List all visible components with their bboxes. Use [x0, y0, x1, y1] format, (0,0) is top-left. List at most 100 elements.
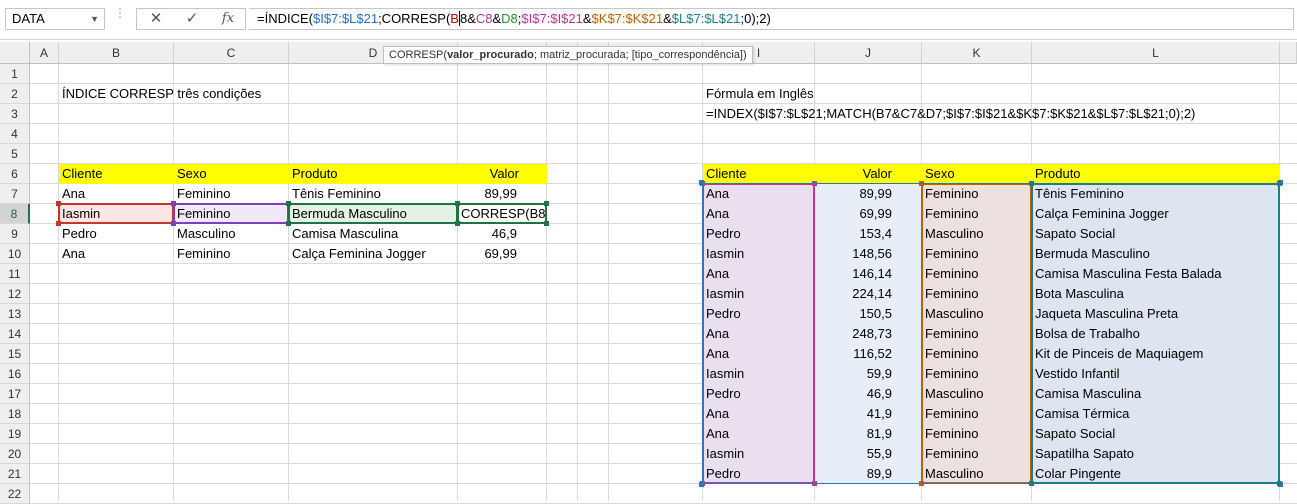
right-cell[interactable]: Bota Masculina: [1032, 284, 1280, 304]
left-cell[interactable]: Feminino: [174, 184, 289, 204]
row-header-4[interactable]: 4: [0, 124, 30, 144]
right-cell[interactable]: Kit de Pinceis de Maquiagem: [1032, 344, 1280, 364]
row-header-6[interactable]: 6: [0, 164, 30, 184]
left-cell[interactable]: Feminino: [174, 244, 289, 264]
right-cell[interactable]: Feminino: [922, 264, 1032, 284]
formula-input[interactable]: =ÍNDICE($I$7:$L$21;CORRESP(B8&C8&D8;$I$7…: [249, 8, 1294, 30]
left-header-valor[interactable]: Valor: [458, 164, 547, 184]
right-cell[interactable]: 224,14: [815, 284, 922, 304]
right-cell[interactable]: Feminino: [922, 284, 1032, 304]
right-cell[interactable]: 41,9: [815, 404, 922, 424]
right-title-cell[interactable]: Fórmula em Inglês: [703, 84, 1003, 104]
right-cell[interactable]: Iasmin: [703, 364, 815, 384]
right-cell[interactable]: 55,9: [815, 444, 922, 464]
left-cell[interactable]: Calça Feminina Jogger: [289, 244, 458, 264]
cancel-icon[interactable]: ✕: [141, 9, 171, 29]
row-header-13[interactable]: 13: [0, 304, 30, 324]
drag-handle-icon[interactable]: ⋮: [114, 7, 126, 28]
row-header-18[interactable]: 18: [0, 404, 30, 424]
right-cell[interactable]: Colar Pingente: [1032, 464, 1280, 484]
left-cell[interactable]: Ana: [59, 184, 174, 204]
right-cell[interactable]: 153,4: [815, 224, 922, 244]
left-cell[interactable]: 69,99: [458, 244, 547, 264]
right-cell[interactable]: 59,9: [815, 364, 922, 384]
left-header-cliente[interactable]: Cliente: [59, 164, 174, 184]
row-header-7[interactable]: 7: [0, 184, 30, 204]
left-cell[interactable]: Feminino: [174, 204, 289, 224]
confirm-icon[interactable]: ✓: [177, 9, 207, 29]
select-all-corner[interactable]: [0, 42, 30, 64]
right-cell[interactable]: Camisa Térmica: [1032, 404, 1280, 424]
column-header-b[interactable]: B: [59, 42, 174, 64]
row-header-1[interactable]: 1: [0, 64, 30, 84]
row-header-12[interactable]: 12: [0, 284, 30, 304]
row-header-16[interactable]: 16: [0, 364, 30, 384]
right-cell[interactable]: Iasmin: [703, 244, 815, 264]
right-cell[interactable]: Feminino: [922, 324, 1032, 344]
right-cell[interactable]: Sapato Social: [1032, 224, 1280, 244]
column-header-c[interactable]: C: [174, 42, 289, 64]
left-cell[interactable]: Masculino: [174, 224, 289, 244]
right-cell[interactable]: Camisa Masculina: [1032, 384, 1280, 404]
right-formula-cell[interactable]: =INDEX($I$7:$L$21;MATCH(B7&C7&D7;$I$7:$I…: [703, 104, 1283, 124]
right-cell[interactable]: 46,9: [815, 384, 922, 404]
row-header-15[interactable]: 15: [0, 344, 30, 364]
name-box[interactable]: DATA ▼: [5, 8, 105, 30]
column-header-l[interactable]: L: [1032, 42, 1280, 64]
left-cell[interactable]: Tênis Feminino: [289, 184, 458, 204]
right-cell[interactable]: Ana: [703, 264, 815, 284]
right-cell[interactable]: Ana: [703, 344, 815, 364]
row-header-22[interactable]: 22: [0, 484, 30, 504]
right-cell[interactable]: Ana: [703, 184, 815, 204]
right-cell[interactable]: Feminino: [922, 244, 1032, 264]
right-header-valor[interactable]: Valor: [815, 164, 922, 184]
right-cell[interactable]: 148,56: [815, 244, 922, 264]
right-cell[interactable]: Ana: [703, 404, 815, 424]
left-cell[interactable]: Iasmin: [59, 204, 174, 224]
column-header-j[interactable]: J: [815, 42, 922, 64]
right-cell[interactable]: Feminino: [922, 444, 1032, 464]
right-cell[interactable]: Masculino: [922, 384, 1032, 404]
right-cell[interactable]: 89,9: [815, 464, 922, 484]
right-cell[interactable]: Vestido Infantil: [1032, 364, 1280, 384]
right-header-produto[interactable]: Produto: [1032, 164, 1280, 184]
right-cell[interactable]: Tênis Feminino: [1032, 184, 1280, 204]
row-header-2[interactable]: 2: [0, 84, 30, 104]
row-header-19[interactable]: 19: [0, 424, 30, 444]
right-header-sexo[interactable]: Sexo: [922, 164, 1032, 184]
right-cell[interactable]: 116,52: [815, 344, 922, 364]
chevron-down-icon[interactable]: ▼: [90, 9, 99, 29]
right-cell[interactable]: Sapatilha Sapato: [1032, 444, 1280, 464]
right-cell[interactable]: Pedro: [703, 384, 815, 404]
right-cell[interactable]: 150,5: [815, 304, 922, 324]
right-cell[interactable]: Masculino: [922, 304, 1032, 324]
right-cell[interactable]: Pedro: [703, 304, 815, 324]
right-cell[interactable]: Feminino: [922, 344, 1032, 364]
right-cell[interactable]: Iasmin: [703, 444, 815, 464]
right-cell[interactable]: Jaqueta Masculina Preta: [1032, 304, 1280, 324]
right-cell[interactable]: Camisa Masculina Festa Balada: [1032, 264, 1280, 284]
right-cell[interactable]: Ana: [703, 324, 815, 344]
left-cell[interactable]: Pedro: [59, 224, 174, 244]
row-header-14[interactable]: 14: [0, 324, 30, 344]
insert-function-icon[interactable]: fx: [213, 9, 243, 29]
right-cell[interactable]: Feminino: [922, 204, 1032, 224]
column-header-a[interactable]: A: [30, 42, 59, 64]
right-cell[interactable]: Ana: [703, 204, 815, 224]
right-cell[interactable]: Calça Feminina Jogger: [1032, 204, 1280, 224]
column-header-k[interactable]: K: [922, 42, 1032, 64]
left-cell[interactable]: 46,9: [458, 224, 547, 244]
right-cell[interactable]: Feminino: [922, 364, 1032, 384]
right-cell[interactable]: Feminino: [922, 404, 1032, 424]
right-cell[interactable]: Pedro: [703, 224, 815, 244]
left-cell[interactable]: 89,99: [458, 184, 547, 204]
left-header-sexo[interactable]: Sexo: [174, 164, 289, 184]
right-cell[interactable]: Masculino: [922, 464, 1032, 484]
right-cell[interactable]: 248,73: [815, 324, 922, 344]
right-cell[interactable]: Sapato Social: [1032, 424, 1280, 444]
row-header-3[interactable]: 3: [0, 104, 30, 124]
left-cell[interactable]: Camisa Masculina: [289, 224, 458, 244]
row-header-20[interactable]: 20: [0, 444, 30, 464]
right-cell[interactable]: Ana: [703, 424, 815, 444]
right-cell[interactable]: Feminino: [922, 184, 1032, 204]
